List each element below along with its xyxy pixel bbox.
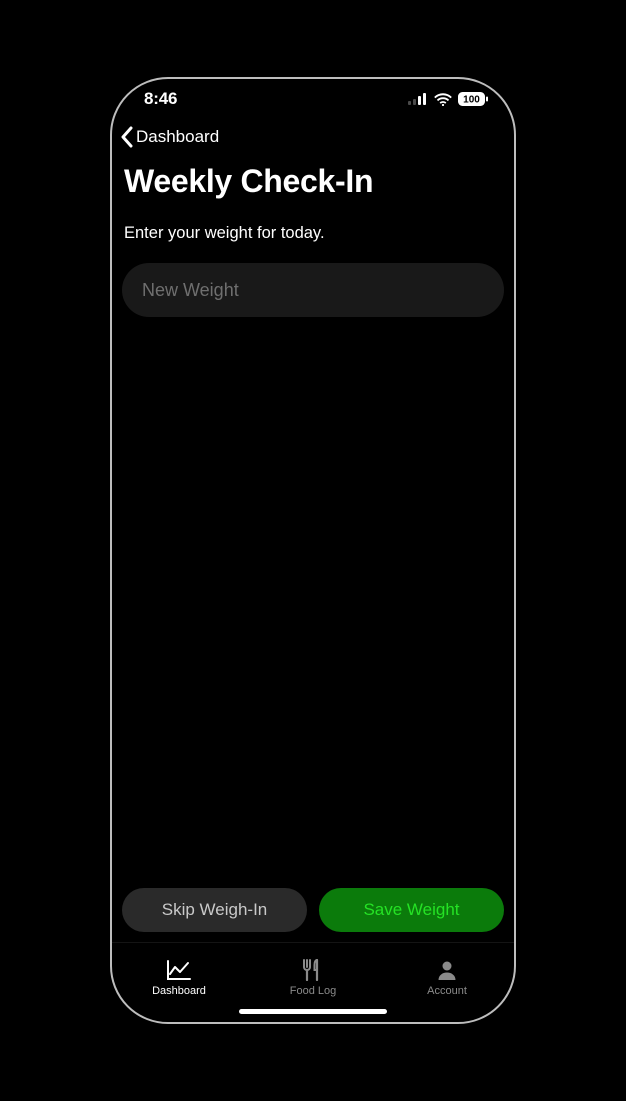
chevron-left-icon bbox=[120, 126, 134, 148]
tab-account-label: Account bbox=[427, 985, 467, 997]
status-bar: 8:46 bbox=[112, 79, 514, 119]
wifi-icon bbox=[434, 93, 452, 106]
skip-weigh-in-button[interactable]: Skip Weigh-In bbox=[122, 888, 307, 932]
utensils-icon bbox=[303, 959, 323, 981]
back-label: Dashboard bbox=[136, 127, 219, 147]
tab-food-log[interactable]: Food Log bbox=[246, 943, 380, 1006]
spacer bbox=[112, 317, 514, 888]
action-buttons: Skip Weigh-In Save Weight bbox=[112, 888, 514, 942]
person-icon bbox=[436, 959, 458, 981]
battery-text: 100 bbox=[463, 95, 480, 106]
page-subtitle: Enter your weight for today. bbox=[112, 206, 514, 243]
home-indicator[interactable] bbox=[239, 1009, 387, 1014]
device-frame: 8:46 bbox=[110, 77, 516, 1024]
battery-icon: 100 bbox=[458, 92, 488, 106]
tab-dashboard-label: Dashboard bbox=[152, 985, 206, 997]
status-indicators: 100 bbox=[408, 92, 488, 106]
tab-dashboard[interactable]: Dashboard bbox=[112, 943, 246, 1006]
cellular-icon bbox=[408, 93, 428, 105]
weight-input[interactable] bbox=[122, 263, 504, 317]
status-time: 8:46 bbox=[144, 89, 177, 109]
page-title: Weekly Check-In bbox=[112, 155, 514, 206]
tab-foodlog-label: Food Log bbox=[290, 985, 336, 997]
save-weight-button[interactable]: Save Weight bbox=[319, 888, 504, 932]
tab-account[interactable]: Account bbox=[380, 943, 514, 1006]
chart-line-icon bbox=[166, 959, 192, 981]
nav-bar: Dashboard bbox=[112, 119, 514, 155]
weight-input-container bbox=[112, 243, 514, 317]
back-button[interactable]: Dashboard bbox=[114, 122, 225, 152]
